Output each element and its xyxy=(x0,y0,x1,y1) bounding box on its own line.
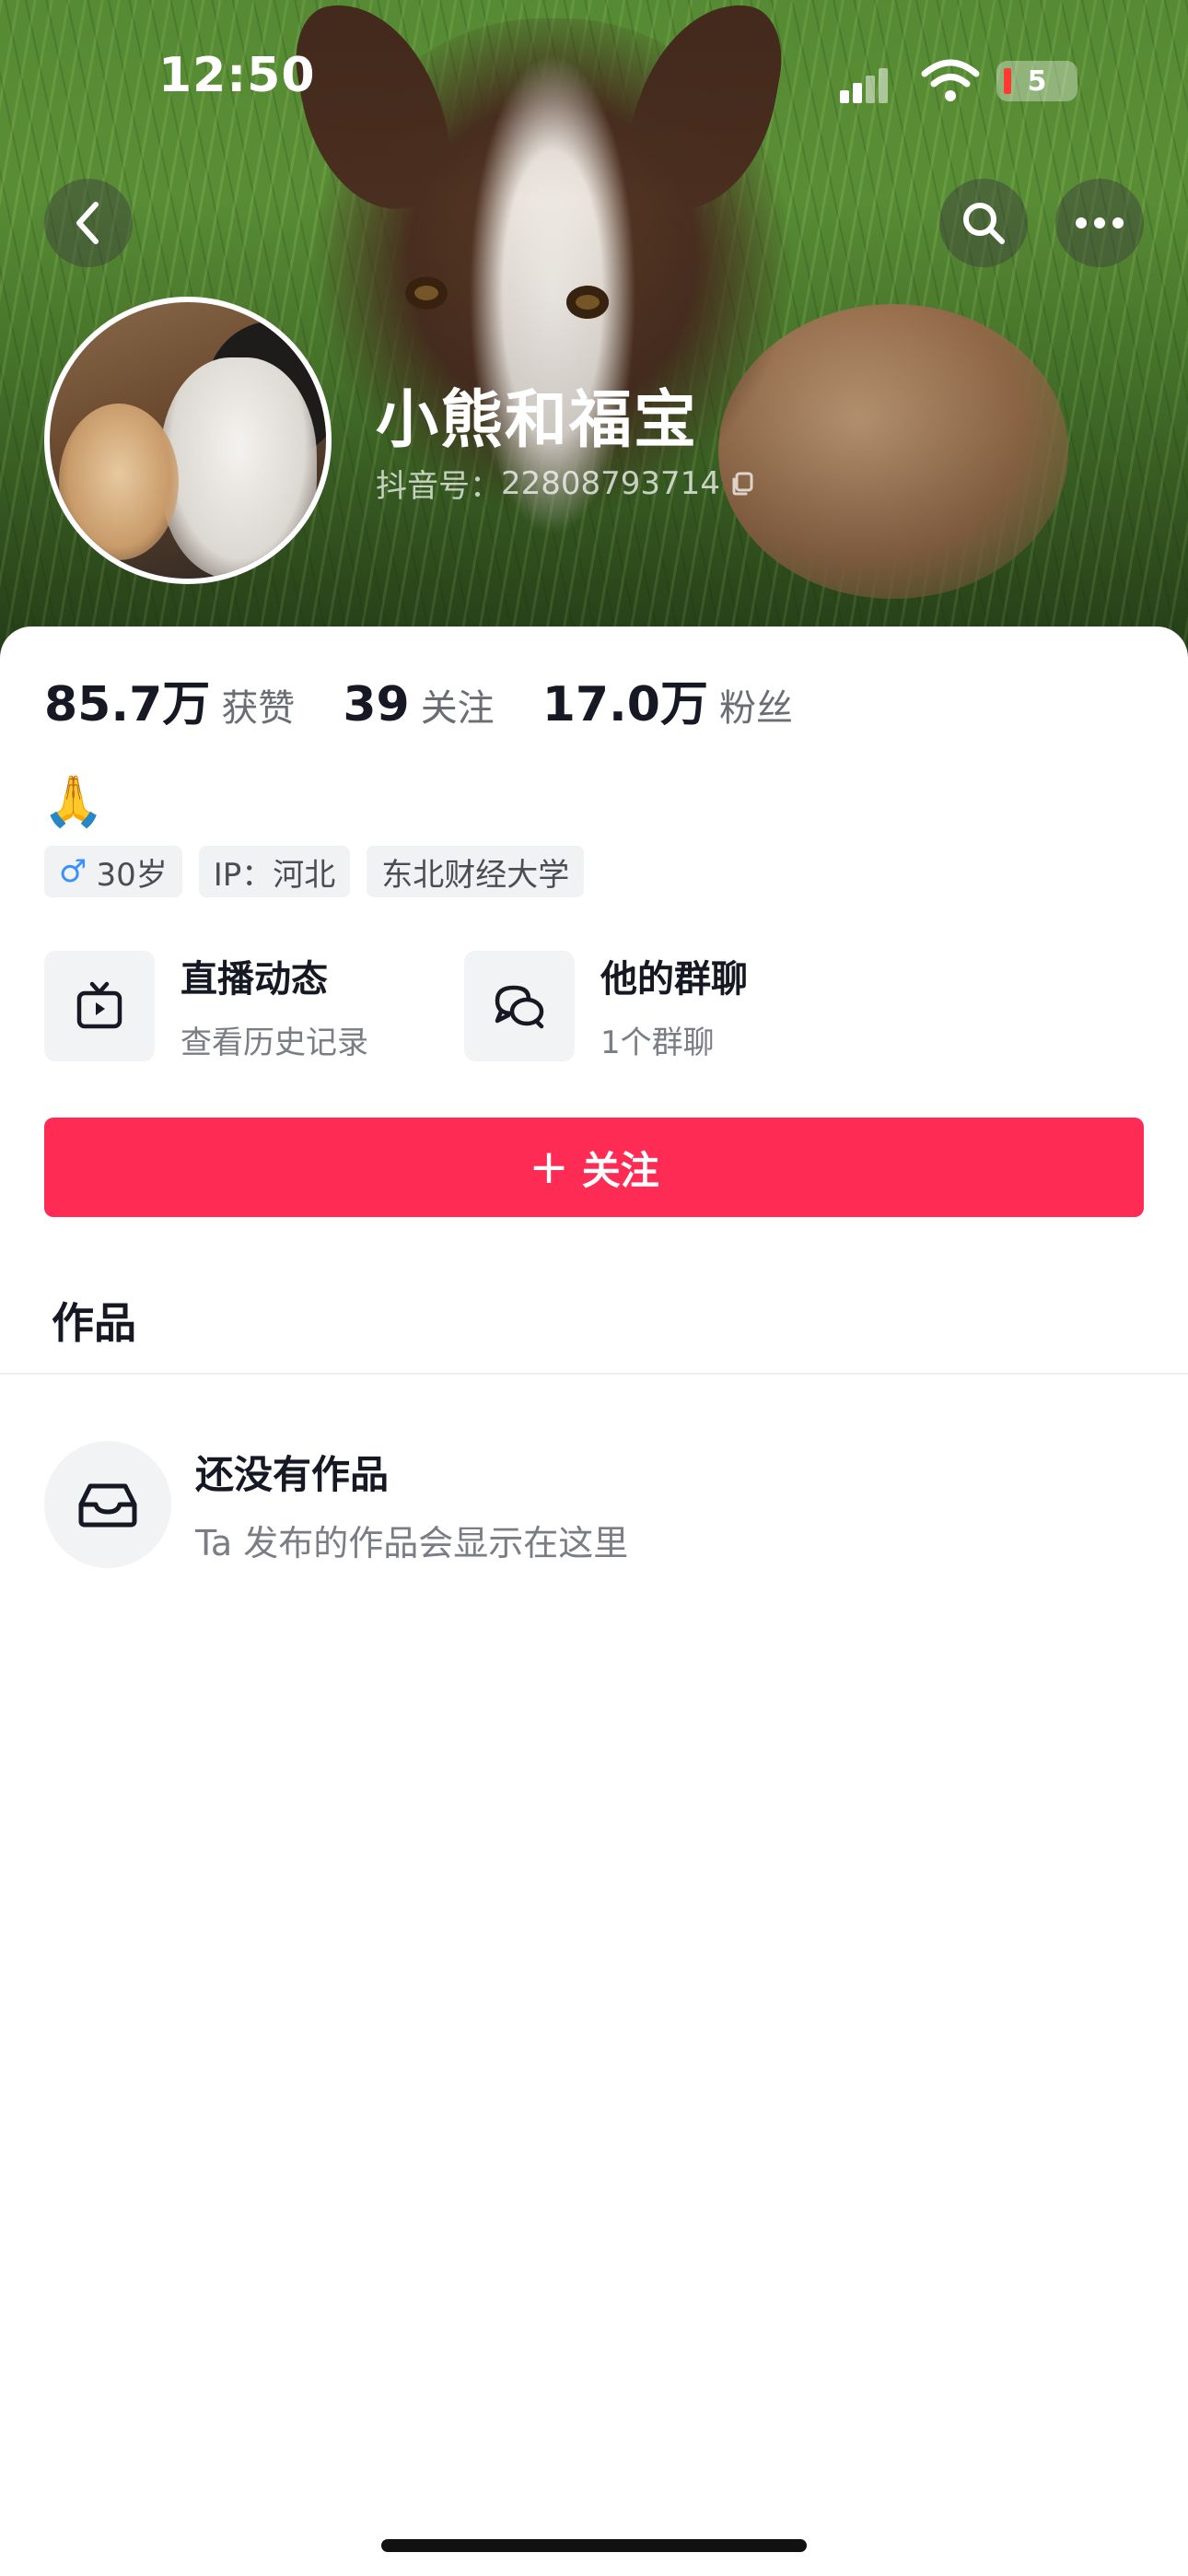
more-icon xyxy=(1076,217,1124,228)
chat-icon xyxy=(495,985,544,1028)
tab-works[interactable]: 作品 xyxy=(52,1290,136,1351)
profile-tags: ♂ 30岁 IP：河北 东北财经大学 xyxy=(44,846,585,897)
group-chat-entry[interactable]: 他的群聊 1个群聊 xyxy=(464,949,748,1062)
chat-icon-box xyxy=(464,950,575,1061)
male-icon: ♂ xyxy=(59,853,87,890)
search-icon xyxy=(963,203,1005,244)
copy-icon[interactable] xyxy=(729,471,755,497)
follow-label: 关注 xyxy=(581,1147,659,1193)
avatar[interactable] xyxy=(44,297,332,584)
tag-ip: IP：河北 xyxy=(198,846,351,897)
empty-title: 还没有作品 xyxy=(195,1452,390,1497)
stat-value: 17.0万 xyxy=(542,677,708,732)
home-indicator[interactable] xyxy=(381,2539,807,2552)
profile-name: 小熊和福宝 xyxy=(376,384,699,457)
empty-subtitle: Ta 发布的作品会显示在这里 xyxy=(195,1523,629,1563)
wifi-icon xyxy=(921,59,980,101)
follow-button[interactable]: + 关注 xyxy=(44,1118,1144,1217)
plus-icon: + xyxy=(529,1140,569,1195)
live-subtitle: 查看历史记录 xyxy=(181,1025,368,1061)
group-subtitle: 1个群聊 xyxy=(600,1025,715,1061)
back-icon xyxy=(76,202,99,244)
stat-value: 39 xyxy=(343,677,410,732)
live-title: 直播动态 xyxy=(181,958,328,1001)
back-button[interactable] xyxy=(44,179,133,267)
signal-icon xyxy=(840,66,890,103)
tag-age: 30岁 xyxy=(96,856,168,894)
tag-gender-age: ♂ 30岁 xyxy=(44,846,182,897)
tv-icon xyxy=(76,981,122,1028)
battery-indicator: 5 xyxy=(996,61,1077,101)
battery-level: 5 xyxy=(1027,64,1047,98)
profile-id: 抖音号： 22808793714 xyxy=(376,461,755,506)
inbox-icon xyxy=(78,1483,137,1528)
group-title: 他的群聊 xyxy=(600,958,748,1001)
stat-value: 85.7万 xyxy=(44,677,211,732)
more-button[interactable] xyxy=(1055,179,1144,267)
stat-followers[interactable]: 17.0万 粉丝 xyxy=(542,665,793,734)
search-button[interactable] xyxy=(939,179,1028,267)
stats-row: 85.7万 获赞 39 关注 17.0万 粉丝 xyxy=(44,665,841,734)
inbox-icon-box xyxy=(44,1441,171,1568)
tag-school[interactable]: 东北财经大学 xyxy=(367,846,585,897)
live-history-entry[interactable]: 直播动态 查看历史记录 xyxy=(44,949,368,1062)
bio-emoji: 🙏 xyxy=(42,772,105,830)
stat-label: 粉丝 xyxy=(719,687,793,730)
status-time: 12:50 xyxy=(158,48,316,103)
empty-state: 还没有作品 Ta 发布的作品会显示在这里 xyxy=(44,1441,628,1568)
profile-card xyxy=(0,626,1188,2576)
tab-divider xyxy=(0,1373,1188,1375)
stat-likes[interactable]: 85.7万 获赞 xyxy=(44,665,295,734)
profile-id-value: 22808793714 xyxy=(501,464,720,502)
profile-id-label: 抖音号： xyxy=(376,468,501,505)
stat-label: 获赞 xyxy=(221,687,296,730)
stat-following[interactable]: 39 关注 xyxy=(343,677,494,732)
battery-low-icon xyxy=(1004,68,1011,94)
stat-label: 关注 xyxy=(420,687,495,730)
tv-icon-box xyxy=(44,950,155,1061)
